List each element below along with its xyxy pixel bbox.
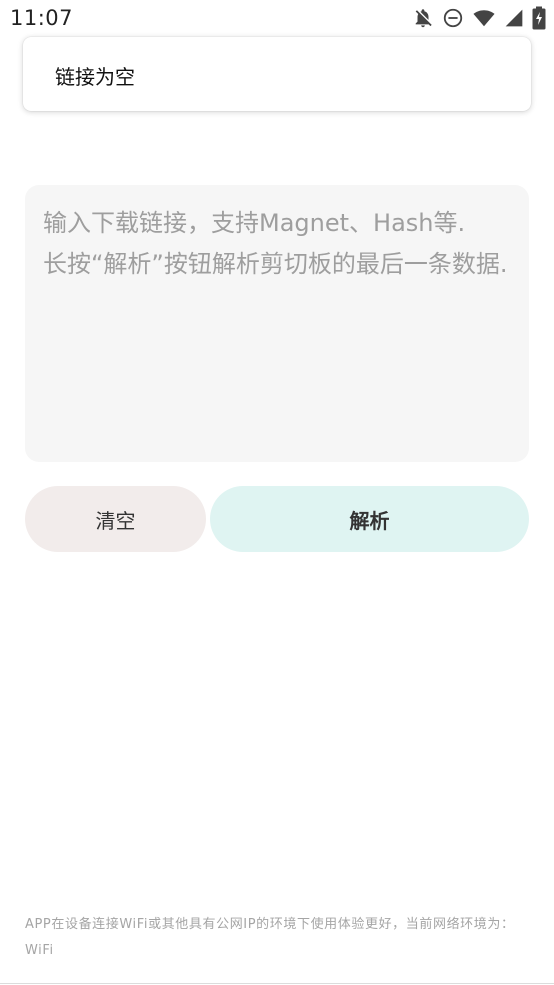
parse-button[interactable]: 解析 <box>210 486 529 552</box>
status-icons <box>412 6 546 30</box>
toast: 链接为空 <box>23 37 531 111</box>
toast-message: 链接为空 <box>55 65 135 89</box>
status-bar: 11:07 <box>0 0 554 38</box>
parse-button-label: 解析 <box>349 508 390 533</box>
do-not-disturb-icon <box>443 8 463 28</box>
network-hint: APP在设备连接WiFi或其他具有公网IP的环境下使用体验更好，当前网络环境为：… <box>25 917 515 958</box>
signal-icon <box>505 9 523 27</box>
status-time: 11:07 <box>10 6 74 30</box>
link-input[interactable]: 输入下载链接，支持Magnet、Hash等. 长按“解析”按钮解析剪切板的最后一… <box>25 185 529 462</box>
bell-off-icon <box>415 9 432 28</box>
battery-charging-icon <box>532 6 546 30</box>
clear-button-label: 清空 <box>95 508 136 533</box>
bottom-divider <box>0 983 554 984</box>
link-input-placeholder: 输入下载链接，支持Magnet、Hash等. 长按“解析”按钮解析剪切板的最后一… <box>43 209 508 278</box>
wifi-icon <box>473 10 495 27</box>
clear-button[interactable]: 清空 <box>25 486 206 552</box>
